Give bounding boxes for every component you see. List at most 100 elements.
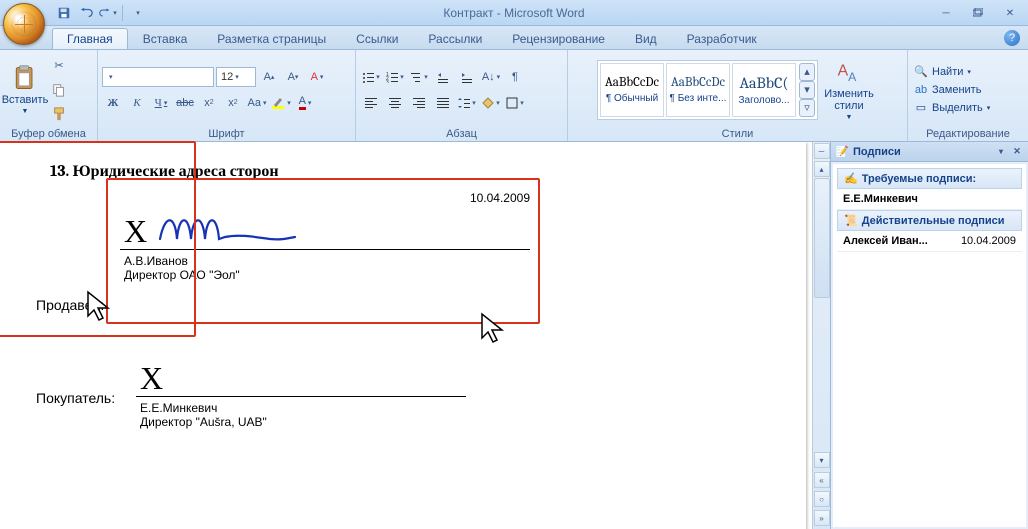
change-styles-button[interactable]: AA Изменить стили▼ xyxy=(820,56,878,124)
group-clipboard-label: Буфер обмена xyxy=(4,127,93,141)
scroll-split-icon[interactable]: ─ xyxy=(814,143,830,159)
cert-icon: 📜 xyxy=(844,214,858,227)
pane-menu-icon[interactable]: ▾ xyxy=(994,145,1008,159)
close-button[interactable]: ✕ xyxy=(998,5,1022,21)
vertical-scrollbar[interactable]: ─ ▴ ▾ « ○ » xyxy=(812,142,830,529)
multilevel-icon[interactable] xyxy=(408,66,430,88)
sig2-x-mark: X xyxy=(140,362,163,394)
change-case-icon[interactable]: Aa xyxy=(246,92,268,114)
paste-button[interactable]: Вставить ▼ xyxy=(4,62,46,118)
clear-formatting-icon[interactable]: A xyxy=(306,66,328,88)
tab-mailings[interactable]: Рассылки xyxy=(413,28,497,49)
group-styles-label: Стили xyxy=(572,127,903,141)
strike-icon[interactable]: abc xyxy=(174,92,196,114)
find-icon: 🔍 xyxy=(914,65,928,79)
svg-text:A: A xyxy=(848,69,857,83)
paste-label: Вставить xyxy=(2,94,49,106)
gallery-more-icon[interactable]: ▿ xyxy=(799,99,815,117)
pane-close-icon[interactable]: ✕ xyxy=(1010,145,1024,159)
align-right-icon[interactable] xyxy=(408,92,430,114)
pen-icon: ✍ xyxy=(844,172,858,185)
ribbon: Вставить ▼ ✂ Буфер обмена 12 A▴ A▾ A Ж xyxy=(0,50,1028,142)
align-center-icon[interactable] xyxy=(384,92,406,114)
workspace: 13. Юридические адреса сторон 10.04.2009… xyxy=(0,142,1028,529)
outdent-icon[interactable] xyxy=(432,66,454,88)
change-styles-label: Изменить стили xyxy=(822,88,876,112)
prev-page-icon[interactable]: « xyxy=(814,472,830,488)
tab-insert[interactable]: Вставка xyxy=(128,28,203,49)
maximize-button[interactable] xyxy=(966,5,990,21)
tab-review[interactable]: Рецензирование xyxy=(497,28,620,49)
scroll-thumb[interactable] xyxy=(814,178,830,298)
group-font-label: Шрифт xyxy=(102,127,351,141)
shrink-font-icon[interactable]: A▾ xyxy=(282,66,304,88)
tab-pagelayout[interactable]: Разметка страницы xyxy=(202,28,341,49)
gallery-up-icon[interactable]: ▴ xyxy=(799,63,815,81)
style-heading1[interactable]: AaBbC(Заголово... xyxy=(732,63,796,117)
indent-icon[interactable] xyxy=(456,66,478,88)
bullets-icon[interactable] xyxy=(360,66,382,88)
font-size-combo[interactable]: 12 xyxy=(216,67,256,87)
format-painter-icon[interactable] xyxy=(48,103,70,125)
borders-icon[interactable] xyxy=(504,92,526,114)
select-icon: ▭ xyxy=(914,101,928,115)
tab-view[interactable]: Вид xyxy=(620,28,672,49)
find-button[interactable]: 🔍Найти▾ xyxy=(912,64,992,80)
select-button[interactable]: ▭Выделить▾ xyxy=(912,100,992,116)
scroll-down-icon[interactable]: ▾ xyxy=(814,452,830,468)
svg-text:A: A xyxy=(838,62,849,79)
next-page-icon[interactable]: » xyxy=(814,510,830,526)
replace-icon: ab xyxy=(914,83,928,97)
browse-object-icon[interactable]: ○ xyxy=(814,491,830,507)
align-justify-icon[interactable] xyxy=(432,92,454,114)
minimize-button[interactable]: ─ xyxy=(934,5,958,21)
line-spacing-icon[interactable] xyxy=(456,92,478,114)
qat-customize-icon[interactable] xyxy=(127,3,147,23)
tab-home[interactable]: Главная xyxy=(52,28,128,49)
numbering-icon[interactable]: 123 xyxy=(384,66,406,88)
save-icon[interactable] xyxy=(54,3,74,23)
sort-icon[interactable]: A↓ xyxy=(480,66,502,88)
help-icon[interactable]: ? xyxy=(1004,30,1020,46)
highlight-icon[interactable] xyxy=(270,92,292,114)
subscript-icon[interactable]: x2 xyxy=(198,92,220,114)
style-normal[interactable]: AaBbCcDc¶ Обычный xyxy=(600,63,664,117)
sig2-title: Директор "Aušra, UAB" xyxy=(140,415,466,429)
scroll-up-icon[interactable]: ▴ xyxy=(814,161,830,177)
signatures-icon: 📝 xyxy=(835,145,849,159)
italic-icon[interactable]: К xyxy=(126,92,148,114)
cut-icon[interactable]: ✂ xyxy=(48,55,70,77)
signature-block-buyer[interactable]: X Е.Е.Минкевич Директор "Aušra, UAB" Пок… xyxy=(136,342,466,429)
align-left-icon[interactable] xyxy=(360,92,382,114)
valid-signature-entry[interactable]: Алексей Иван...10.04.2009 xyxy=(837,231,1022,252)
tab-developer[interactable]: Разработчик xyxy=(672,28,772,49)
annotation-box-2 xyxy=(0,141,196,337)
superscript-icon[interactable]: x2 xyxy=(222,92,244,114)
gallery-down-icon[interactable]: ▾ xyxy=(799,81,815,99)
copy-icon[interactable] xyxy=(48,79,70,101)
undo-icon[interactable] xyxy=(76,3,96,23)
required-signatures-header: ✍Требуемые подписи: xyxy=(837,168,1022,189)
signatures-pane: 📝 Подписи ▾ ✕ ✍Требуемые подписи: Е.Е.Ми… xyxy=(830,142,1028,529)
tab-references[interactable]: Ссылки xyxy=(341,28,413,49)
bold-icon[interactable]: Ж xyxy=(102,92,124,114)
ribbon-tabs: Главная Вставка Разметка страницы Ссылки… xyxy=(0,26,1028,50)
style-gallery: AaBbCcDc¶ Обычный AaBbCcDc¶ Без инте... … xyxy=(597,60,818,120)
sigpane-title: Подписи xyxy=(853,146,901,158)
required-signature-entry[interactable]: Е.Е.Минкевич xyxy=(837,189,1022,210)
shading-icon[interactable] xyxy=(480,92,502,114)
replace-button[interactable]: abЗаменить xyxy=(912,82,992,98)
office-button[interactable] xyxy=(3,3,45,45)
font-family-combo[interactable] xyxy=(102,67,214,87)
quick-access-toolbar xyxy=(54,3,147,23)
title-bar: Контракт - Microsoft Word ─ ✕ xyxy=(0,0,1028,26)
redo-icon[interactable] xyxy=(98,3,118,23)
sig2-role: Покупатель: xyxy=(36,390,115,406)
group-paragraph-label: Абзац xyxy=(360,127,563,141)
valid-signatures-header: 📜Действительные подписи xyxy=(837,210,1022,231)
font-color-icon[interactable]: A xyxy=(294,92,316,114)
show-marks-icon[interactable]: ¶ xyxy=(504,66,526,88)
underline-icon[interactable]: Ч xyxy=(150,92,172,114)
grow-font-icon[interactable]: A▴ xyxy=(258,66,280,88)
style-nospacing[interactable]: AaBbCcDc¶ Без инте... xyxy=(666,63,730,117)
